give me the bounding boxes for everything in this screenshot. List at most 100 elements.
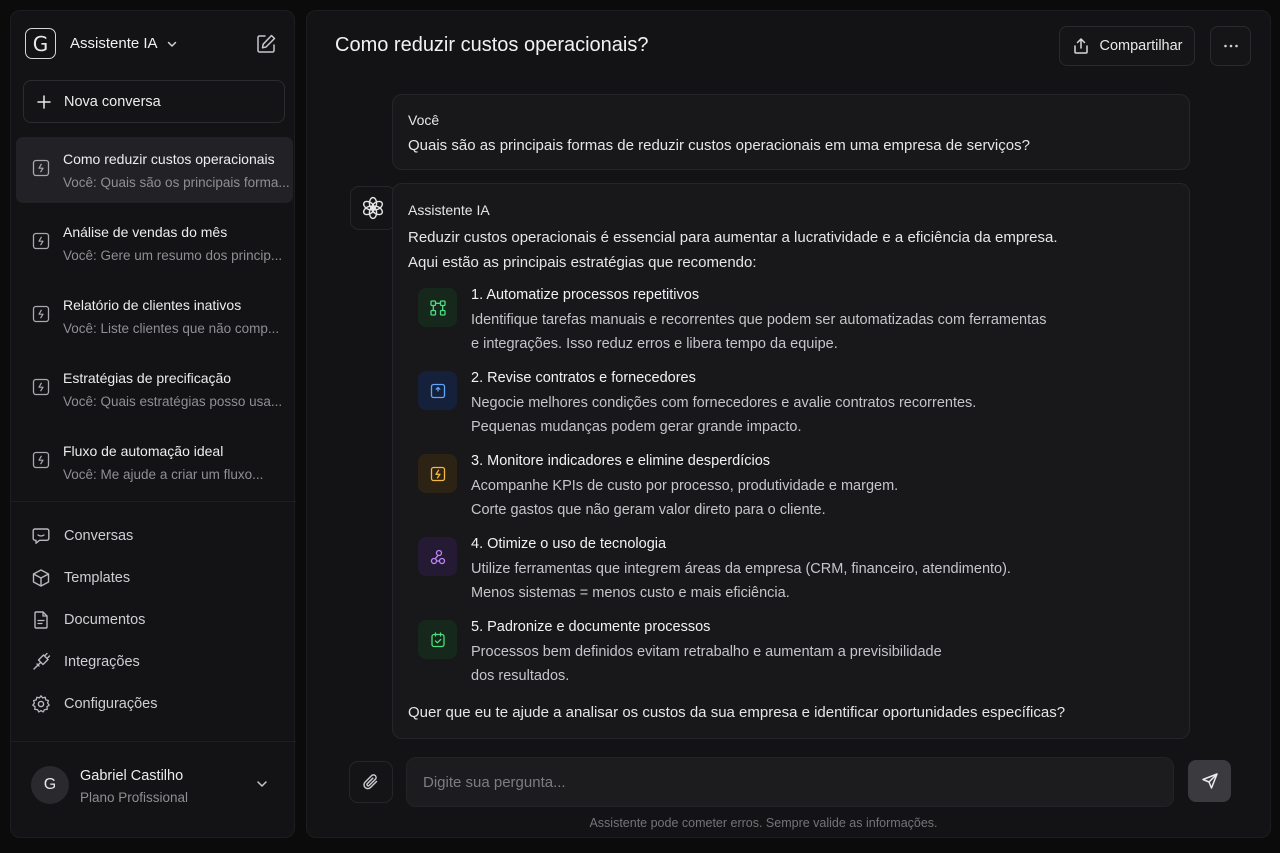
user-message: Você Quais são as principais formas de r…: [392, 94, 1190, 170]
step-description: Negocie melhores condições com fornecedo…: [471, 392, 976, 439]
chat-doc-icon: [32, 305, 50, 323]
nav-label: Documentos: [64, 612, 146, 628]
chat-doc-icon: [32, 159, 50, 177]
new-chat-button[interactable]: Nova conversa: [23, 80, 285, 123]
workflow-icon: [418, 288, 457, 327]
nav-label: Configurações: [64, 696, 158, 712]
conversation-item[interactable]: Estratégias de precificação Você: Quais …: [16, 356, 293, 422]
step-line: Acompanhe KPIs de custo por processo, pr…: [471, 478, 899, 494]
conversation-title: Relatório de clientes inativos: [63, 297, 242, 313]
sidebar-nav: Conversas Templates Documentos Integraçõ…: [11, 515, 296, 725]
step-line: Identifique tarefas manuais e recorrente…: [471, 312, 1047, 328]
nav-label: Conversas: [64, 528, 134, 544]
share-label: Compartilhar: [1099, 38, 1183, 54]
step-title: 2. Revise contratos e fornecedores: [471, 370, 696, 386]
step-description: Processos bem definidos evitam retrabalh…: [471, 641, 942, 688]
conversation-title: Como reduzir custos operacionais: [63, 151, 275, 167]
strategy-step: 5. Padronize e documente processos Proce…: [418, 618, 1178, 690]
integration-icon: [418, 537, 457, 576]
step-line: Menos sistemas = menos custo e mais efic…: [471, 584, 790, 601]
step-line: Processos bem definidos evitam retrabalh…: [471, 644, 942, 660]
assistant-avatar: [350, 186, 396, 230]
conversation-snippet: Você: Liste clientes que não comp...: [63, 321, 280, 336]
conversation-snippet: Você: Me ajude a criar um fluxo...: [63, 467, 264, 482]
paperclip-icon: [363, 774, 378, 790]
user-profile-menu[interactable]: G Gabriel Castilho Plano Profissional: [11, 751, 296, 831]
chevron-down-icon: [257, 781, 267, 787]
plug-icon: [33, 652, 51, 670]
conversation-item[interactable]: Relatório de clientes inativos Você: Lis…: [16, 283, 293, 349]
message-outro: Quer que eu te ajude a analisar os custo…: [408, 704, 1066, 721]
conversation-item[interactable]: Fluxo de automação ideal Você: Me ajude …: [16, 429, 293, 495]
nav-item-configuracoes[interactable]: Configurações: [11, 683, 296, 725]
assistant-name: Assistente IA: [70, 35, 158, 52]
conversation-title: Análise de vendas do mês: [63, 224, 228, 240]
nav-item-templates[interactable]: Templates: [11, 557, 296, 599]
nav-label: Integrações: [64, 654, 140, 670]
new-chat-label: Nova conversa: [64, 93, 161, 110]
message-input[interactable]: [406, 757, 1174, 807]
send-button[interactable]: [1188, 760, 1231, 802]
step-line: Pequenas mudanças podem gerar grande imp…: [471, 418, 802, 435]
chat-bubble-icon: [32, 528, 50, 544]
more-horizontal-icon: [1223, 44, 1238, 48]
step-title: 4. Otimize o uso de tecnologia: [471, 536, 667, 552]
more-options-button[interactable]: [1210, 26, 1251, 66]
step-description: Utilize ferramentas que integrem áreas d…: [471, 558, 1011, 605]
app-logo[interactable]: G: [25, 28, 56, 59]
chat-panel: Como reduzir custos operacionais? Compar…: [306, 10, 1271, 838]
document-icon: [34, 611, 48, 629]
intro-line: Reduzir custos operacionais é essencial …: [408, 229, 1058, 246]
nav-label: Templates: [64, 570, 131, 586]
assistant-logo-icon: [362, 196, 384, 220]
assistant-selector[interactable]: Assistente IA: [70, 35, 178, 52]
disclaimer-text: Assistente pode cometer erros. Sempre va…: [589, 816, 938, 830]
sidebar-divider: [11, 501, 296, 502]
cube-icon: [32, 569, 50, 587]
strategy-step: 2. Revise contratos e fornecedores Negoc…: [418, 369, 1178, 441]
message-author: Assistente IA: [408, 202, 490, 218]
nav-item-integracoes[interactable]: Integrações: [11, 641, 296, 683]
nav-item-documentos[interactable]: Documentos: [11, 599, 296, 641]
lightning-icon: [418, 454, 457, 493]
conversation-list: Como reduzir custos operacionais Você: Q…: [16, 137, 293, 502]
step-line: e integrações. Isso reduz erros e libera…: [471, 335, 838, 352]
conversation-snippet: Você: Quais estratégias posso usa...: [63, 394, 283, 409]
compose-icon[interactable]: [255, 33, 277, 55]
step-title: 5. Padronize e documente processos: [471, 619, 711, 635]
conversation-title: Fluxo de automação ideal: [63, 443, 224, 459]
assistant-message: Assistente IA Reduzir custos operacionai…: [392, 183, 1190, 739]
step-title: 3. Monitore indicadores e elimine desper…: [471, 453, 771, 469]
nav-item-conversas[interactable]: Conversas: [11, 515, 296, 557]
step-line: Corte gastos que não geram valor direto …: [471, 501, 826, 518]
user-plan: Plano Profissional: [80, 790, 189, 805]
strategy-step: 1. Automatize processos repetitivos Iden…: [418, 286, 1178, 358]
strategy-step: 4. Otimize o uso de tecnologia Utilize f…: [418, 535, 1178, 607]
chat-doc-icon: [32, 378, 50, 396]
conversation-snippet: Você: Gere um resumo dos princip...: [63, 248, 283, 263]
message-text: Quais são as principais formas de reduzi…: [408, 137, 1030, 154]
step-description: Acompanhe KPIs de custo por processo, pr…: [471, 475, 898, 522]
chat-doc-icon: [32, 451, 50, 469]
conversation-title: Estratégias de precificação: [63, 370, 232, 386]
conversation-item[interactable]: Como reduzir custos operacionais Você: Q…: [16, 137, 293, 203]
share-button[interactable]: Compartilhar: [1059, 26, 1195, 66]
message-author: Você: [408, 112, 440, 128]
step-description: Identifique tarefas manuais e recorrente…: [471, 309, 1046, 356]
sidebar-divider: [11, 741, 296, 742]
step-title: 1. Automatize processos repetitivos: [471, 287, 700, 303]
sidebar: G Assistente IA Nova conversa Como reduz…: [10, 10, 296, 838]
user-name: Gabriel Castilho: [80, 768, 184, 784]
send-icon: [1201, 773, 1218, 789]
message-intro: Reduzir custos operacionais é essencial …: [408, 225, 1058, 275]
conversation-item[interactable]: Análise de vendas do mês Você: Gere um r…: [16, 210, 293, 276]
conversation-snippet: Você: Quais são os principais forma...: [63, 175, 290, 190]
page-title: Como reduzir custos operacionais?: [335, 34, 649, 56]
attach-button[interactable]: [349, 761, 393, 803]
share-icon: [1073, 38, 1088, 54]
sidebar-header: G Assistente IA: [11, 11, 296, 75]
gear-icon: [32, 695, 50, 713]
checklist-icon: [418, 620, 457, 659]
strategy-step: 3. Monitore indicadores e elimine desper…: [418, 452, 1178, 524]
avatar: G: [31, 766, 69, 804]
